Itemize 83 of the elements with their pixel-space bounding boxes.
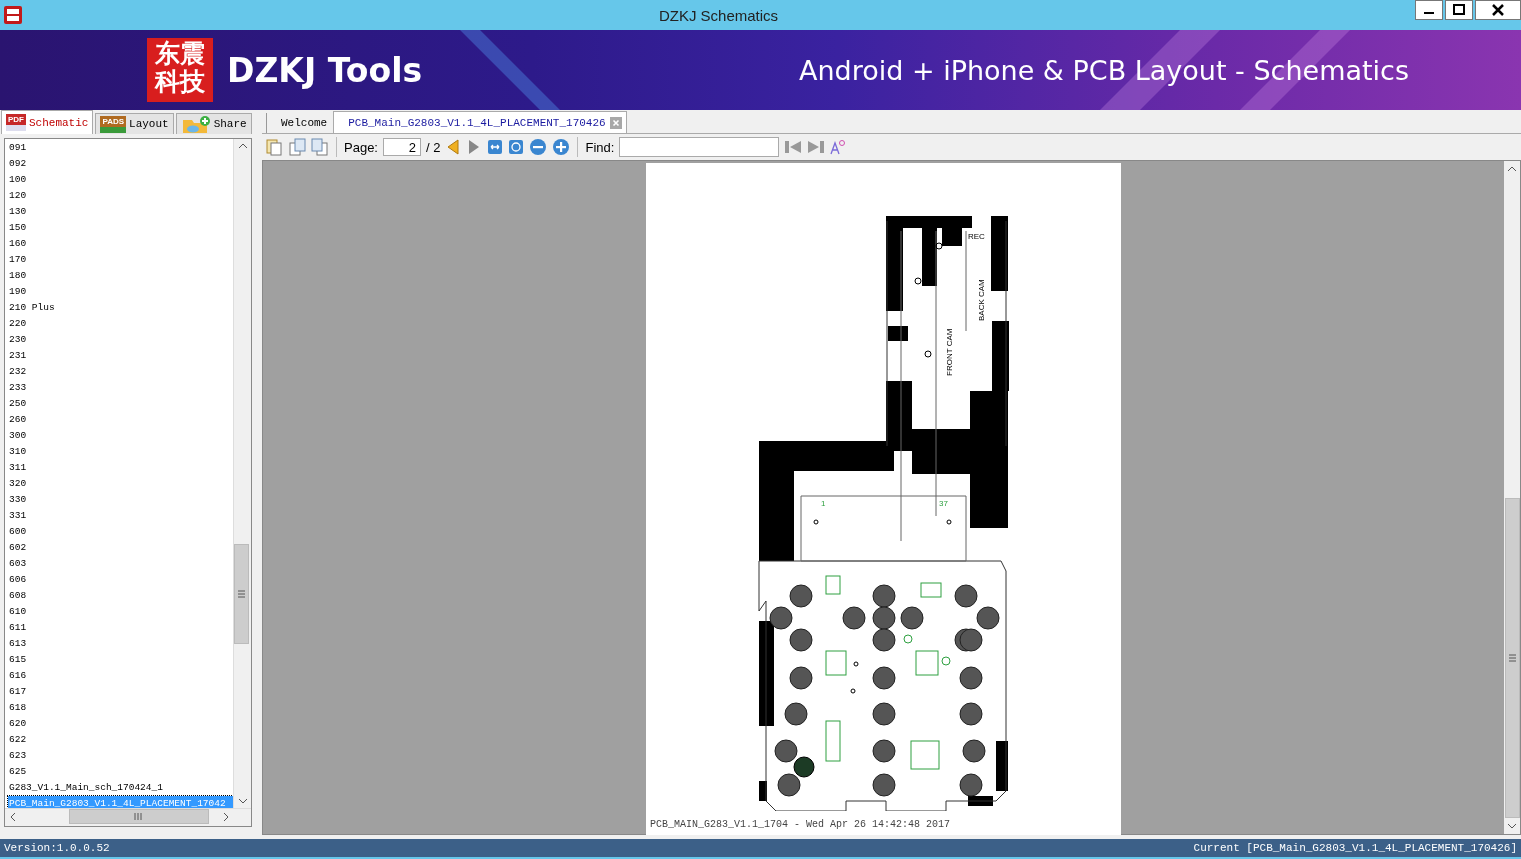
scroll-thumb-icon[interactable] [234,544,249,644]
brand-name: DZKJ Tools [227,50,423,90]
fit-width-icon[interactable] [487,139,504,155]
file-list-item[interactable]: 300 [8,428,233,444]
app-logo-icon [4,6,22,24]
file-list-item[interactable]: 602 [8,540,233,556]
minimize-icon[interactable] [1415,0,1443,20]
horizontal-scrollbar[interactable] [5,808,251,826]
fit-page-icon[interactable] [508,139,525,155]
file-list-item[interactable]: 625 [8,764,233,780]
file-list-item[interactable]: 120 [8,188,233,204]
file-list-item[interactable]: 100 [8,172,233,188]
file-list-item[interactable]: 170 [8,252,233,268]
maximize-icon[interactable] [1445,0,1473,20]
page-label: Page: [344,139,378,155]
page-number-field[interactable]: 2 [383,138,421,156]
file-list-item[interactable]: 320 [8,476,233,492]
file-list-item[interactable]: 210 Plus [8,300,233,316]
file-list-item[interactable]: 231 [8,348,233,364]
rotate-page-icon[interactable] [311,138,329,156]
file-list-item[interactable]: 130 [8,204,233,220]
page-total: / 2 [426,139,441,155]
file-list-item[interactable]: 180 [8,268,233,284]
find-next-icon[interactable] [807,139,826,155]
file-list-item[interactable]: 190 [8,284,233,300]
scroll-thumb-icon[interactable] [69,809,209,824]
file-list-item[interactable]: 622 [8,732,233,748]
file-list-item[interactable]: 617 [8,684,233,700]
file-list-item[interactable]: 603 [8,556,233,572]
file-list-item[interactable]: 160 [8,236,233,252]
scroll-thumb-icon[interactable] [1504,498,1520,818]
close-icon[interactable] [1475,0,1521,20]
file-list-item[interactable]: 331 [8,508,233,524]
zoom-out-icon[interactable] [529,138,548,156]
pcb-layout-drawing: REC BACK CAM FRONT CAM 1 37 [646,171,1121,811]
file-list-item[interactable]: 620 [8,716,233,732]
cloud-folder-icon [180,115,211,133]
document-tab[interactable]: PCB_Main_G2803_V1.1_4L_PLACEMENT_170426 [333,111,627,133]
file-list-item[interactable]: 610 [8,604,233,620]
side-tab[interactable]: Share [175,113,252,134]
file-list-item[interactable]: 606 [8,572,233,588]
file-list-item[interactable]: 615 [8,652,233,668]
file-list-item[interactable]: 232 [8,364,233,380]
file-list-item[interactable]: 233 [8,380,233,396]
current-file-text: Current [PCB_Main_G2803_V1.1_4L_PLACEMENT_170426] [1192,842,1518,854]
document-tab[interactable]: Welcome [266,113,332,133]
file-list-item[interactable]: 608 [8,588,233,604]
pads-file-icon: PADS [100,115,127,133]
file-list-item[interactable]: 330 [8,492,233,508]
page-footer-text: PCB_MAIN_G283_V1.1_1704 - Wed Apr 26 14:42:48 2017 [650,819,951,830]
pdf-file-icon: PDF [6,114,26,131]
file-list-item[interactable]: G283_V1.1_Main_sch_170424_1 [8,780,233,796]
file-list-item[interactable]: 260 [8,412,233,428]
zoom-in-icon[interactable] [552,138,571,156]
file-list-item[interactable]: 613 [8,636,233,652]
file-list-item[interactable]: 230 [8,332,233,348]
find-previous-icon[interactable] [784,139,803,155]
file-list-item[interactable]: 311 [8,460,233,476]
file-list-item[interactable]: 220 [8,316,233,332]
side-tab[interactable]: PADS Layout [95,113,174,134]
file-list-item[interactable]: 616 [8,668,233,684]
file-list-item[interactable]: 091 [8,140,233,156]
file-list-item[interactable]: 250 [8,396,233,412]
copy-pages-icon[interactable] [265,138,283,156]
window-title: DZKJ Schematics [657,6,780,24]
vertical-scrollbar[interactable] [1504,161,1520,834]
vertical-scrollbar[interactable] [233,139,251,808]
file-list-item[interactable]: 623 [8,748,233,764]
version-text: Version:1.0.0.52 [3,842,111,854]
file-list-item[interactable]: 600 [8,524,233,540]
file-list-item[interactable]: 611 [8,620,233,636]
file-list-item[interactable]: 310 [8,444,233,460]
font-size-icon[interactable] [830,139,847,155]
find-label: Find: [585,139,615,155]
side-tab[interactable]: PDF Schematic [1,110,94,134]
rotate-page-icon[interactable] [288,138,306,156]
file-list-item[interactable]: 618 [8,700,233,716]
previous-page-icon[interactable] [445,138,462,156]
file-list-item[interactable]: 150 [8,220,233,236]
find-field[interactable] [619,137,780,157]
logo-badge: 东震科技 [147,38,213,102]
tagline: Android + iPhone & PCB Layout - Schematics [798,54,1409,86]
file-list-item[interactable]: 092 [8,156,233,172]
